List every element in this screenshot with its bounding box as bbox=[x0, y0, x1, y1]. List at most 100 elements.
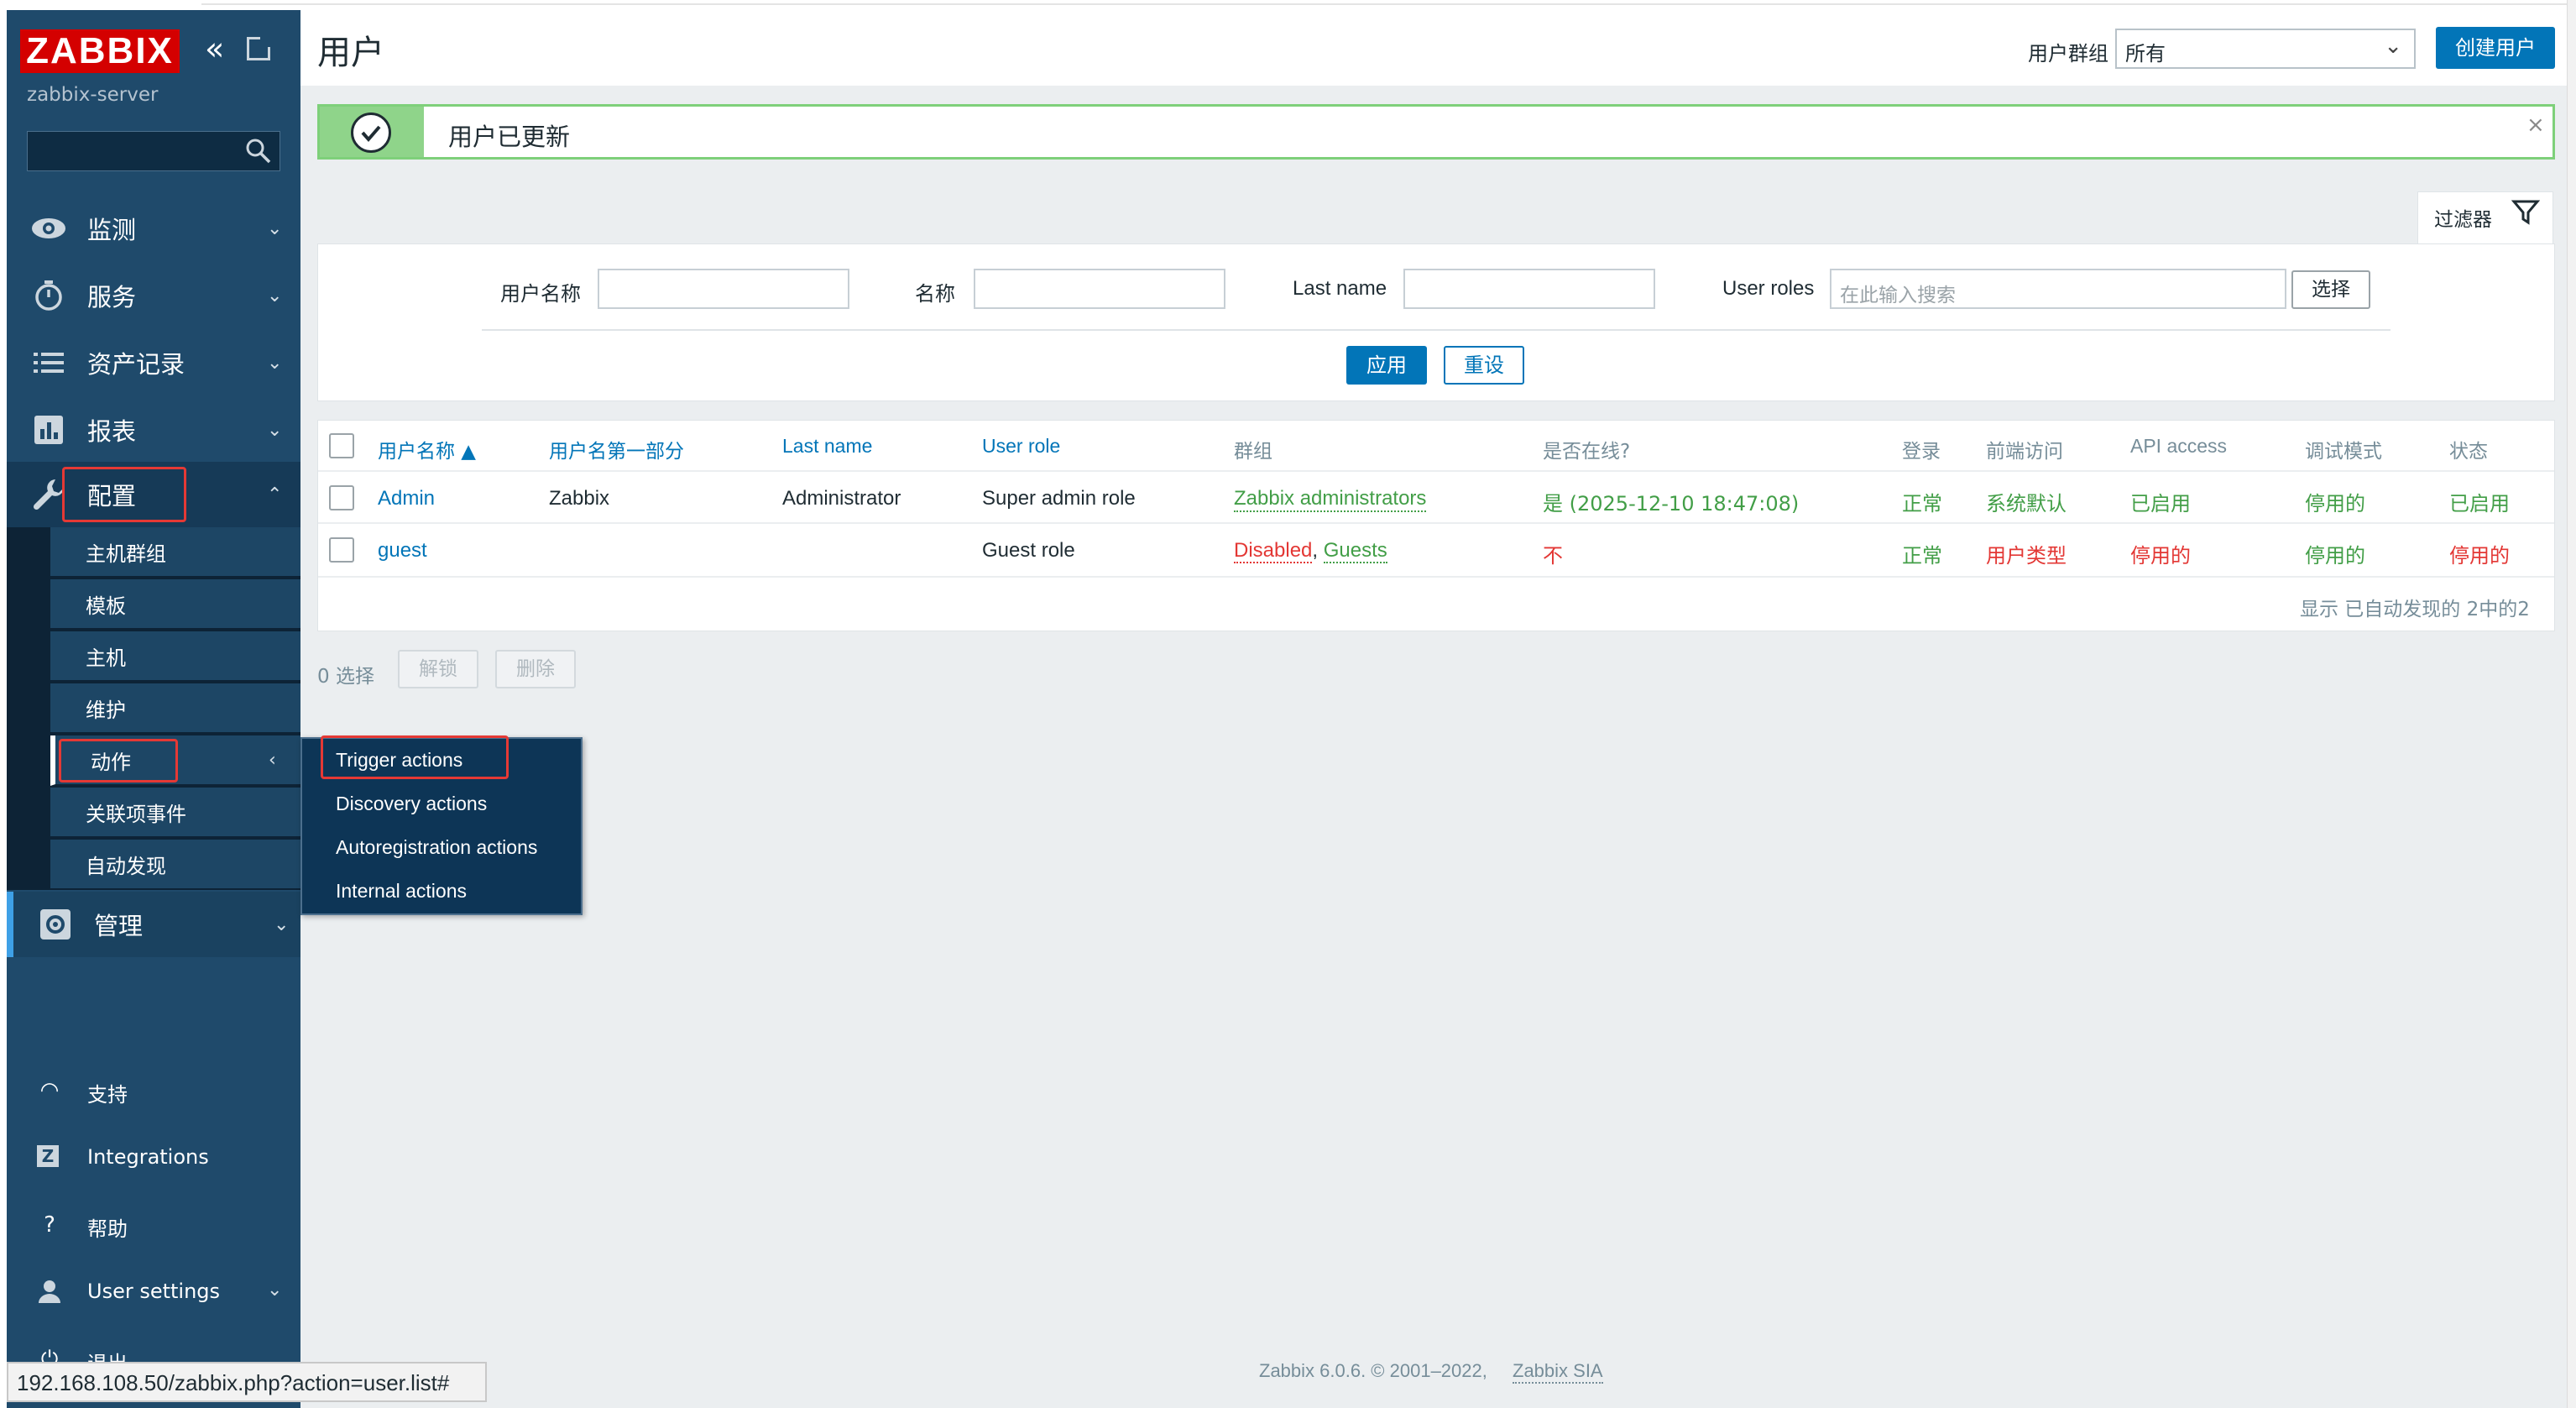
chevron-up-icon: ⌃ bbox=[267, 484, 283, 505]
col-groups: 群组 bbox=[1234, 441, 1272, 463]
nav-help[interactable]: ? 帮助 bbox=[7, 1194, 300, 1254]
row-divider bbox=[318, 522, 2554, 524]
apply-button[interactable]: 应用 bbox=[1346, 346, 1427, 385]
sub-discovery[interactable]: 自动发现 bbox=[50, 840, 300, 890]
question-icon: ? bbox=[44, 1212, 55, 1238]
nav-services[interactable]: 服务 ⌄ bbox=[7, 263, 300, 328]
chevron-down-icon: ⌄ bbox=[267, 352, 283, 374]
row-checkbox[interactable] bbox=[329, 537, 354, 563]
user-icon bbox=[37, 1280, 62, 1305]
online-status: 不 bbox=[1543, 544, 1563, 568]
col-frontend-access: 前端访问 bbox=[1986, 441, 2063, 463]
username-link[interactable]: guest bbox=[378, 539, 427, 563]
nav-user-settings[interactable]: User settings ⌄ bbox=[7, 1261, 300, 1322]
filter-tab-label: 过滤器 bbox=[2434, 209, 2492, 231]
user-status[interactable]: 停用的 bbox=[2449, 539, 2510, 568]
group-list: Disabled, Guests bbox=[1234, 539, 1387, 563]
search-icon[interactable] bbox=[243, 136, 274, 166]
lastname-filter-label: Last name bbox=[1293, 277, 1387, 300]
login-status: 正常 bbox=[1902, 492, 1942, 516]
login-status: 正常 bbox=[1902, 544, 1942, 568]
select-all-checkbox[interactable] bbox=[329, 433, 354, 458]
sidebar-search-input[interactable] bbox=[27, 131, 280, 171]
menu-internal-actions[interactable]: Internal actions bbox=[336, 880, 467, 903]
menu-discovery-actions[interactable]: Discovery actions bbox=[336, 793, 487, 815]
row-divider bbox=[318, 470, 2554, 472]
row-checkbox[interactable] bbox=[329, 485, 354, 510]
browser-status-url: 192.168.108.50/zabbix.php?action=user.li… bbox=[7, 1362, 487, 1402]
sub-templates[interactable]: 模板 bbox=[50, 579, 300, 630]
lastname-filter-input[interactable] bbox=[1403, 269, 1655, 309]
user-name: Zabbix bbox=[549, 487, 610, 510]
group-link[interactable]: Guests bbox=[1323, 539, 1387, 563]
close-icon[interactable]: × bbox=[2526, 113, 2545, 138]
nav-label: 管理 bbox=[94, 912, 144, 940]
frontend-access: 系统默认 bbox=[1986, 492, 2067, 516]
username-filter-label: 用户名称 bbox=[500, 282, 581, 306]
col-debug-mode: 调试模式 bbox=[2305, 441, 2382, 463]
create-user-button[interactable]: 创建用户 bbox=[2436, 27, 2555, 69]
message-body bbox=[424, 107, 2552, 157]
nav-administration[interactable]: 管理 ⌄ bbox=[7, 892, 300, 957]
chevron-left-icon: ‹ bbox=[269, 749, 276, 771]
collapse-sidebar-icon[interactable]: « bbox=[205, 33, 235, 65]
col-username[interactable]: 用户名称 ▲ bbox=[378, 435, 476, 463]
zabbix-logo[interactable]: ZABBIX bbox=[20, 29, 180, 73]
user-role: Super admin role bbox=[982, 487, 1136, 510]
nav-label: 监测 bbox=[87, 216, 137, 244]
user-role: Guest role bbox=[982, 539, 1075, 562]
col-api-access: API access bbox=[2130, 435, 2228, 457]
page-title: 用户 bbox=[317, 34, 384, 72]
user-status[interactable]: 已启用 bbox=[2449, 487, 2510, 516]
sub-hosts[interactable]: 主机 bbox=[50, 631, 300, 682]
filter-divider bbox=[482, 329, 2391, 331]
debug-mode[interactable]: 停用的 bbox=[2305, 539, 2365, 568]
col-lastname[interactable]: Last name bbox=[782, 435, 872, 458]
nav-reports[interactable]: 报表 ⌄ bbox=[7, 397, 300, 463]
col-user-role[interactable]: User role bbox=[982, 435, 1060, 458]
unlock-button[interactable]: 解锁 bbox=[398, 650, 478, 688]
nav-label: 报表 bbox=[87, 417, 137, 446]
reset-button[interactable]: 重设 bbox=[1444, 346, 1524, 385]
username-link[interactable]: Admin bbox=[378, 487, 435, 510]
select-roles-button[interactable]: 选择 bbox=[2291, 270, 2370, 309]
name-filter-label: 名称 bbox=[915, 282, 955, 306]
nav-integrations[interactable]: Z Integrations bbox=[7, 1127, 300, 1187]
z-logo-icon: Z bbox=[37, 1145, 59, 1167]
col-online: 是否在线? bbox=[1543, 441, 1631, 463]
debug-mode[interactable]: 停用的 bbox=[2305, 487, 2365, 516]
filter-panel bbox=[317, 243, 2555, 401]
gear-icon bbox=[37, 906, 74, 943]
table-paging-info: 显示 已自动发现的 2中的2 bbox=[2300, 599, 2530, 620]
chevron-down-icon: ⌄ bbox=[267, 1280, 283, 1301]
name-filter-input[interactable] bbox=[974, 269, 1225, 309]
sub-host-groups[interactable]: 主机群组 bbox=[50, 527, 300, 578]
bar-chart-icon bbox=[30, 411, 67, 448]
group-link[interactable]: Zabbix administrators bbox=[1234, 487, 1427, 512]
browser-scrollbar[interactable] bbox=[2567, 0, 2576, 1408]
col-status: 状态 bbox=[2449, 441, 2488, 463]
sub-maintenance[interactable]: 维护 bbox=[50, 683, 300, 734]
nav-label: User settings bbox=[87, 1280, 221, 1303]
col-name[interactable]: 用户名第一部分 bbox=[549, 435, 684, 463]
chevron-down-icon: ⌄ bbox=[267, 285, 283, 306]
online-status: 是 (2025-12-10 18:47:08) bbox=[1543, 492, 1800, 516]
server-name: zabbix-server bbox=[27, 84, 159, 106]
zabbix-sia-link[interactable]: Zabbix SIA bbox=[1513, 1360, 1603, 1384]
chevron-down-icon: ⌄ bbox=[2384, 34, 2402, 59]
sub-event-correlation[interactable]: 关联项事件 bbox=[50, 788, 300, 838]
menu-autoregistration-actions[interactable]: Autoregistration actions bbox=[336, 836, 537, 859]
username-filter-input[interactable] bbox=[598, 269, 849, 309]
user-group-select[interactable]: 所有 ⌄ bbox=[2115, 29, 2416, 69]
nav-inventory[interactable]: 资产记录 ⌄ bbox=[7, 330, 300, 395]
delete-button[interactable]: 删除 bbox=[495, 650, 576, 688]
nav-support[interactable]: ◠ 支持 bbox=[7, 1060, 300, 1120]
group-link[interactable]: Disabled bbox=[1234, 539, 1313, 563]
kiosk-mode-icon[interactable] bbox=[247, 37, 270, 60]
roles-filter-input[interactable]: 在此输入搜索 bbox=[1830, 269, 2286, 309]
nav-label: 支持 bbox=[87, 1083, 128, 1107]
headset-icon: ◠ bbox=[39, 1078, 60, 1103]
api-access: 已启用 bbox=[2130, 492, 2191, 516]
funnel-icon[interactable] bbox=[2511, 198, 2541, 227]
nav-monitoring[interactable]: 监测 ⌄ bbox=[7, 196, 300, 261]
